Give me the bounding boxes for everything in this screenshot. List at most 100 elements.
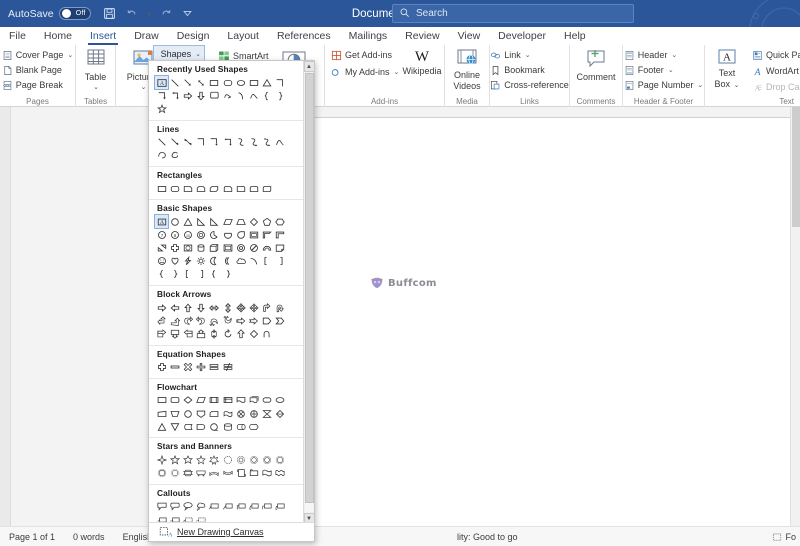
shape-oval[interactable] [168,215,181,228]
status-accessibility[interactable]: lity: Good to go [448,532,527,542]
shape-explosion[interactable] [168,467,181,480]
shape-flowchart-multidocument[interactable] [247,394,260,407]
shape-line-callout-2[interactable] [221,500,234,513]
shape-parallelogram[interactable] [221,215,234,228]
shape-flowchart-decision[interactable] [181,394,194,407]
tab-draw[interactable]: Draw [125,27,168,45]
shape-star-7-point[interactable] [195,453,208,466]
tab-file[interactable]: File [0,27,35,45]
shape-star-16-point[interactable] [247,453,260,466]
shape-flowchart-preparation[interactable] [274,394,287,407]
shape-curved-down-arrow[interactable] [221,314,234,327]
shape-line-arrow[interactable] [168,136,181,149]
shape-rounded-rectangle[interactable] [168,182,181,195]
shape-flowchart-collate[interactable] [261,407,274,420]
shape-right-bracket-2[interactable] [195,268,208,281]
shape-round-diagonal-corner-rectangle[interactable] [261,182,274,195]
bookmark-button[interactable]: Bookmark [488,63,571,77]
shape-left-up-arrow[interactable] [155,314,168,327]
shapes-dropdown-menu[interactable]: Recently Used Shapes A Lines Rectangles … [148,60,315,542]
tab-insert[interactable]: Insert [81,27,125,45]
shape-line-double-arrow[interactable] [181,136,194,149]
shape-star-5-point[interactable] [155,102,168,115]
shape-isosceles-triangle[interactable] [181,215,194,228]
shape-can[interactable] [195,242,208,255]
shape-dodecagon[interactable] [195,228,208,241]
shape-bent-up-arrow[interactable] [168,314,181,327]
shape-connector-elbow[interactable] [195,136,208,149]
save-icon[interactable] [103,7,116,20]
shape-striped-right-arrow[interactable] [234,314,247,327]
shape-flowchart-card[interactable] [208,407,221,420]
shape-chord[interactable] [221,228,234,241]
shape-hexagon[interactable] [274,215,287,228]
shape-star-12-point[interactable] [234,453,247,466]
shape-curve[interactable] [274,136,287,149]
shape-cloud[interactable] [234,255,247,268]
shape-left-arrow[interactable] [168,301,181,314]
shape-curved-up-ribbon[interactable] [208,467,221,480]
shape-rounded-rectangle[interactable] [221,76,234,89]
shape-smiley-face[interactable] [155,255,168,268]
chevron-down-icon[interactable]: ⌄ [525,51,531,59]
shape-decagon[interactable]: 10 [181,228,194,241]
shape-up-ribbon[interactable] [181,467,194,480]
shape-diamond-arrow[interactable] [247,327,260,340]
shape-flowchart-merge[interactable] [168,420,181,433]
tab-help[interactable]: Help [555,27,595,45]
chevron-down-icon[interactable]: ⌄ [67,51,73,59]
autosave-control[interactable]: AutoSave Off [8,7,91,20]
document-page[interactable]: Buffcom [310,118,790,526]
shape-star-5-point[interactable] [168,453,181,466]
redo-icon[interactable] [160,7,173,20]
status-focus-mode[interactable]: Fo [772,532,796,542]
shape-left-bracket[interactable] [261,255,274,268]
shape-multiply-sign[interactable] [181,361,194,374]
shape-flowchart-display[interactable] [247,420,260,433]
shape-arc-2[interactable] [247,255,260,268]
shape-glyph-row[interactable] [155,394,299,434]
shape-line[interactable] [168,76,181,89]
wikipedia-button[interactable]: W Wikipedia [400,49,444,76]
table-button[interactable]: Table ⌄ [84,45,108,93]
shape-curved-connector-arrow[interactable] [247,136,260,149]
shape-flowchart-summing-junction[interactable] [234,407,247,420]
shape-curved-up-arrow[interactable] [208,314,221,327]
shape-cloud-callout[interactable] [195,500,208,513]
chevron-down-icon[interactable]: ⌄ [141,83,147,93]
document-vertical-scrollbar[interactable] [790,107,800,526]
shape-flowchart-process[interactable] [155,394,168,407]
shape-line[interactable] [155,136,168,149]
shape-right-bracket[interactable] [274,255,287,268]
shape-horizontal-scroll[interactable] [247,467,260,480]
chevron-down-icon[interactable]: ⌄ [195,50,201,58]
shape-flowchart-offpage-connector[interactable] [195,407,208,420]
shape-line-double-arrow[interactable] [195,76,208,89]
shape-circular-arrow[interactable] [221,327,234,340]
shape-bent-arrow[interactable] [261,301,274,314]
shape-curved-down-ribbon[interactable] [221,467,234,480]
tab-references[interactable]: References [268,27,340,45]
shape-flowchart-alternate-process[interactable] [168,394,181,407]
link-button[interactable]: Link ⌄ [488,48,571,62]
shape-flowchart-stored-data[interactable] [181,420,194,433]
shape-scribble[interactable] [168,149,181,162]
shape-connector-elbow-arrow[interactable] [208,136,221,149]
shape-right-brace-2[interactable] [221,268,234,281]
shape-flowchart-document[interactable] [234,394,247,407]
shape-left-brace[interactable] [155,268,168,281]
blank-page-button[interactable]: Blank Page [0,63,75,77]
autosave-toggle[interactable]: Off [58,7,91,20]
chevron-down-icon[interactable]: ⌄ [93,83,99,93]
text-box-button[interactable]: A Text Box ⌄ [708,45,746,91]
chevron-down-icon[interactable]: ⌄ [697,81,703,89]
scroll-up-arrow-icon[interactable]: ▲ [303,61,314,72]
shape-cross[interactable] [168,242,181,255]
wordart-button[interactable]: A WordArt ⌄ [750,64,800,78]
shape-heptagon[interactable]: 7 [155,228,168,241]
shape-up-arrow-3[interactable] [234,327,247,340]
shape-flowchart-sort[interactable] [274,407,287,420]
shape-flowchart-sequential-access-storage[interactable] [208,420,221,433]
shape-wave[interactable] [261,467,274,480]
scrollbar-thumb[interactable] [305,73,314,503]
